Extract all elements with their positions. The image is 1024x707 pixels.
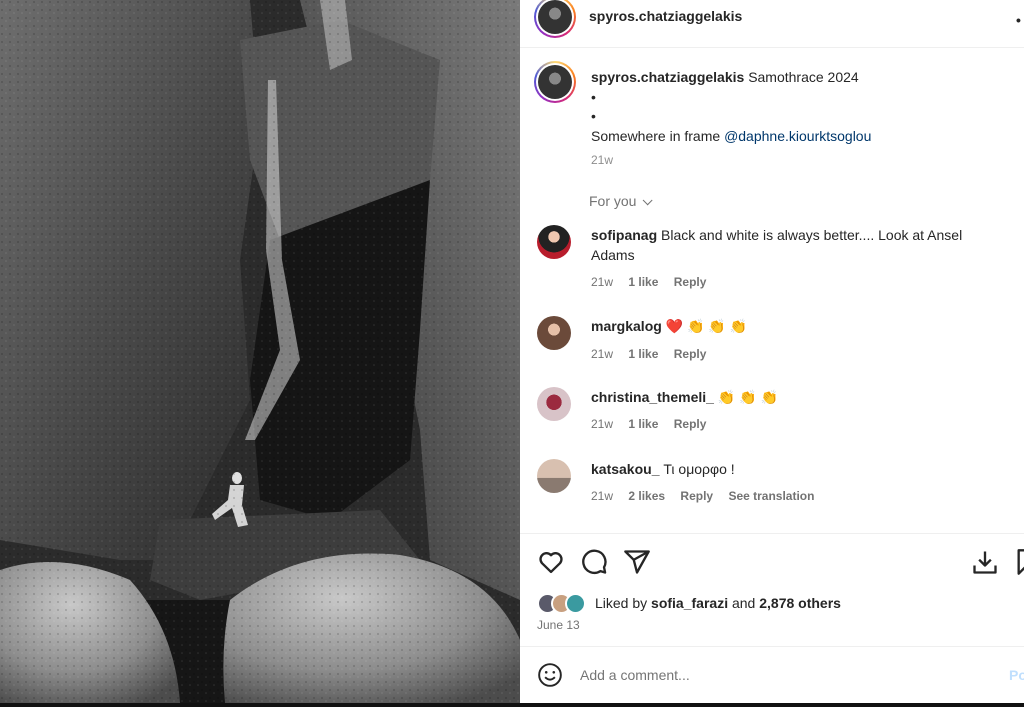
comment-item: sofipanag Black and white is always bett…: [537, 225, 1007, 295]
comment-body: sofipanag Black and white is always bett…: [591, 225, 991, 265]
comment-body: margkalog ❤️ 👏 👏 👏: [591, 316, 991, 336]
comment-age: 21w: [591, 417, 614, 431]
for-you-label: For you: [589, 193, 637, 209]
download-icon[interactable]: [971, 548, 999, 576]
caption-bullet: •: [591, 108, 596, 124]
comment-username[interactable]: christina_themeli_: [591, 389, 714, 405]
comment-meta: 21w 1 like Reply: [591, 275, 718, 289]
heart-icon[interactable]: [537, 548, 565, 576]
likes-text: Liked by sofia_farazi and 2,878 others: [595, 595, 841, 611]
comment-body: christina_themeli_ 👏 👏 👏: [591, 387, 991, 407]
author-avatar[interactable]: [534, 0, 576, 38]
comment-meta: 21w 1 like Reply: [591, 417, 718, 431]
post-date: June 13: [537, 618, 580, 632]
comment-text: 👏 👏 👏: [717, 389, 778, 405]
post-button[interactable]: Po: [1009, 667, 1024, 683]
comment-text: ❤️ 👏 👏 👏: [665, 318, 748, 334]
comment-username[interactable]: katsakou_: [591, 461, 659, 477]
likes-others[interactable]: 2,878 others: [759, 595, 841, 611]
chevron-down-icon: [643, 195, 654, 206]
comment-username[interactable]: margkalog: [591, 318, 662, 334]
for-you-filter[interactable]: For you: [589, 193, 654, 209]
caption-username[interactable]: spyros.chatziaggelakis: [591, 69, 744, 85]
reply-button[interactable]: Reply: [674, 347, 707, 361]
emoji-icon[interactable]: [537, 662, 563, 688]
comment-username[interactable]: sofipanag: [591, 227, 657, 243]
commenter-avatar[interactable]: [537, 387, 571, 421]
add-comment-bar: Po: [520, 646, 1024, 703]
comment-likes[interactable]: 1 like: [628, 347, 658, 361]
reply-button[interactable]: Reply: [674, 275, 707, 289]
liker-avatar: [565, 593, 586, 614]
comment-meta: 21w 1 like Reply: [591, 347, 718, 361]
post-header: spyros.chatziaggelakis •: [520, 0, 1024, 48]
post-detail-panel: spyros.chatziaggelakis • spyros.chatziag…: [520, 0, 1024, 703]
save-icon[interactable]: [1014, 548, 1024, 576]
share-icon[interactable]: [623, 548, 651, 576]
caption-line: Somewhere in frame: [591, 127, 721, 144]
commenter-avatar[interactable]: [537, 316, 571, 350]
caption-avatar[interactable]: [534, 61, 576, 103]
comment-icon[interactable]: [580, 548, 608, 576]
comment-age: 21w: [591, 347, 614, 361]
caption-age: 21w: [591, 153, 614, 167]
comment-input[interactable]: [580, 667, 980, 683]
reply-button[interactable]: Reply: [674, 417, 707, 431]
waterfall-photo: [0, 0, 520, 703]
post-photo[interactable]: [0, 0, 520, 703]
comment-likes[interactable]: 2 likes: [628, 489, 665, 503]
comment-text: Τι ομορφο !: [663, 461, 735, 477]
comment-body: katsakou_ Τι ομορφο !: [591, 459, 991, 479]
comment-item: christina_themeli_ 👏 👏 👏 21w 1 like Repl…: [537, 387, 1007, 437]
reply-button[interactable]: Reply: [680, 489, 713, 503]
action-bar: Liked by sofia_farazi and 2,878 others J…: [520, 533, 1024, 645]
comment-age: 21w: [591, 275, 614, 289]
commenter-avatar[interactable]: [537, 459, 571, 493]
comment-likes[interactable]: 1 like: [628, 417, 658, 431]
more-options-icon[interactable]: •: [1016, 12, 1021, 28]
see-translation-button[interactable]: See translation: [728, 489, 814, 503]
likes-prefix: Liked by: [595, 595, 648, 611]
caption-text: Samothrace 2024: [748, 69, 859, 85]
comment-item: margkalog ❤️ 👏 👏 👏 21w 1 like Reply: [537, 316, 1007, 366]
caption-mention[interactable]: @daphne.kiourktsoglou: [724, 128, 871, 144]
likes-and: and: [731, 595, 756, 611]
author-username[interactable]: spyros.chatziaggelakis: [589, 8, 742, 24]
post-caption: spyros.chatziaggelakis Samothrace 2024 •…: [591, 68, 1001, 171]
comment-meta: 21w 2 likes Reply See translation: [591, 489, 826, 503]
liked-by-user[interactable]: sofia_farazi: [651, 595, 728, 611]
likes-summary[interactable]: Liked by sofia_farazi and 2,878 others: [537, 593, 1017, 615]
comment-item: katsakou_ Τι ομορφο ! 21w 2 likes Reply …: [537, 459, 1007, 509]
commenter-avatar[interactable]: [537, 225, 571, 259]
caption-bullet: •: [591, 88, 596, 105]
comment-age: 21w: [591, 489, 614, 503]
bottom-strip: [0, 703, 1024, 707]
comment-likes[interactable]: 1 like: [628, 275, 658, 289]
